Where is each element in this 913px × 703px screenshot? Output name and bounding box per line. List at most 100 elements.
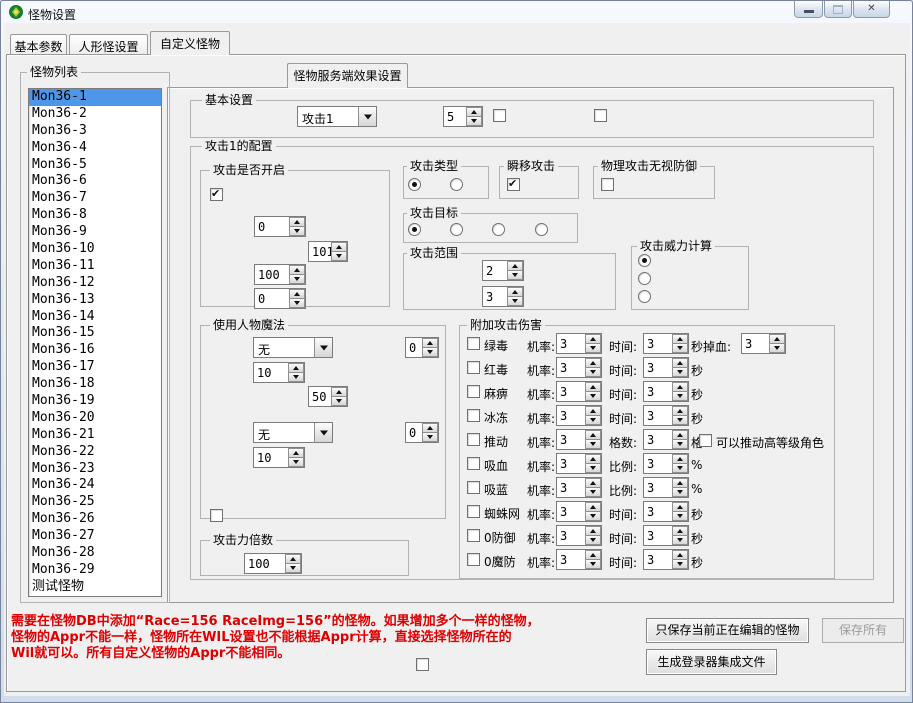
chevron-down-icon[interactable] <box>358 107 376 126</box>
chevron-down-icon[interactable] <box>314 423 332 442</box>
spin-down-icon[interactable] <box>672 488 688 497</box>
list-item[interactable]: Mon36-6 <box>29 173 161 190</box>
damage-name-label[interactable]: 吸蓝 <box>484 481 508 498</box>
spin-up-icon[interactable] <box>285 554 301 564</box>
spin-up-icon[interactable] <box>585 550 601 560</box>
spin-up-icon[interactable] <box>466 107 482 117</box>
spin-up-icon[interactable] <box>507 287 523 297</box>
use-sc-radio[interactable] <box>638 290 651 303</box>
spin-down-icon[interactable] <box>289 227 305 236</box>
spin-up-icon[interactable] <box>585 382 601 392</box>
spin-down-icon[interactable] <box>672 560 688 569</box>
spin-up-icon[interactable] <box>672 526 688 536</box>
list-item[interactable]: Mon36-3 <box>29 123 161 140</box>
damage-enable-checkbox[interactable] <box>467 529 480 542</box>
spin-down-icon[interactable] <box>672 440 688 449</box>
close-button[interactable]: ✕ <box>853 1 890 18</box>
attack-magic-select[interactable]: 无 <box>253 422 333 443</box>
target-line-radio[interactable] <box>492 223 505 236</box>
list-item[interactable]: Mon36-20 <box>29 410 161 427</box>
integrated-checkbox[interactable] <box>416 658 429 671</box>
melee-radio[interactable] <box>408 178 421 191</box>
spin-down-icon[interactable] <box>585 368 601 377</box>
spin-down-icon[interactable] <box>331 397 347 406</box>
damage-chance-spinner[interactable]: 3 <box>556 453 602 474</box>
list-item[interactable]: Mon36-13 <box>29 292 161 309</box>
spin-up-icon[interactable] <box>289 265 305 275</box>
spin-up-icon[interactable] <box>672 406 688 416</box>
damage-param-spinner[interactable]: 3 <box>643 501 689 522</box>
magic-chance-spinner[interactable]: 10 <box>253 447 305 468</box>
list-item[interactable]: Mon36-18 <box>29 376 161 393</box>
damage-enable-checkbox[interactable] <box>467 361 480 374</box>
petrify-checkbox[interactable] <box>594 109 607 122</box>
spin-down-icon[interactable] <box>672 512 688 521</box>
target-single-radio[interactable] <box>408 223 421 236</box>
tab-server-effects[interactable]: 怪物服务端效果设置 <box>287 63 408 88</box>
save-all-button[interactable]: 保存所有 <box>822 618 904 643</box>
damage-name-label[interactable]: 吸血 <box>484 457 508 474</box>
save-current-button[interactable]: 只保存当前正在编辑的怪物 <box>646 618 809 643</box>
damage-chance-spinner[interactable]: 3 <box>556 549 602 570</box>
spin-down-icon[interactable] <box>672 464 688 473</box>
damage-param-spinner[interactable]: 3 <box>643 357 689 378</box>
list-item[interactable]: 测试怪物 <box>29 579 161 596</box>
spin-up-icon[interactable] <box>507 261 523 271</box>
spin-up-icon[interactable] <box>585 478 601 488</box>
spin-up-icon[interactable] <box>672 334 688 344</box>
spin-down-icon[interactable] <box>331 252 347 261</box>
list-item[interactable]: Mon36-11 <box>29 258 161 275</box>
damage-enable-checkbox[interactable] <box>467 457 480 470</box>
defense-level-spinner[interactable]: 0 <box>405 337 439 358</box>
damage-param-spinner[interactable]: 3 <box>643 381 689 402</box>
list-item[interactable]: Mon36-8 <box>29 207 161 224</box>
chevron-down-icon[interactable] <box>314 338 332 357</box>
list-item[interactable]: Mon36-19 <box>29 393 161 410</box>
spin-down-icon[interactable] <box>507 297 523 306</box>
list-item[interactable]: Mon36-27 <box>29 528 161 545</box>
spin-up-icon[interactable] <box>672 358 688 368</box>
spin-down-icon[interactable] <box>466 117 482 126</box>
damage-name-label[interactable]: 红毒 <box>484 361 508 378</box>
spin-down-icon[interactable] <box>672 392 688 401</box>
list-item[interactable]: Mon36-5 <box>29 157 161 174</box>
damage-name-label[interactable]: 0魔防 <box>484 553 516 570</box>
spin-up-icon[interactable] <box>585 502 601 512</box>
list-item[interactable]: Mon36-4 <box>29 140 161 157</box>
use-interval-spinner[interactable]: 0 <box>254 216 306 237</box>
damage-chance-spinner[interactable]: 3 <box>556 477 602 498</box>
list-item[interactable]: Mon36-9 <box>29 224 161 241</box>
list-item[interactable]: Mon36-10 <box>29 241 161 258</box>
damage-name-label[interactable]: 0防御 <box>484 529 516 546</box>
damage-enable-checkbox[interactable] <box>467 409 480 422</box>
spin-down-icon[interactable] <box>585 392 601 401</box>
monster-listbox[interactable]: Mon36-1Mon36-2Mon36-3Mon36-4Mon36-5Mon36… <box>28 88 162 597</box>
damage-enable-checkbox[interactable] <box>467 385 480 398</box>
teleport-checkbox[interactable] <box>507 178 520 191</box>
attack-select[interactable]: 攻击1 <box>297 106 377 127</box>
damage-name-label[interactable]: 蜘蛛网 <box>484 505 520 522</box>
spin-down-icon[interactable] <box>585 344 601 353</box>
list-item[interactable]: Mon36-29 <box>29 562 161 579</box>
damage-enable-checkbox[interactable] <box>467 433 480 446</box>
list-item[interactable]: Mon36-14 <box>29 309 161 326</box>
spin-down-icon[interactable] <box>422 348 438 357</box>
damage-chance-spinner[interactable]: 3 <box>556 357 602 378</box>
damage-enable-checkbox[interactable] <box>467 481 480 494</box>
hp-percent-spinner[interactable]: 101 <box>308 241 348 262</box>
spin-down-icon[interactable] <box>585 536 601 545</box>
group-range-spinner[interactable]: 3 <box>482 286 524 307</box>
damage-extra-spinner[interactable]: 3 <box>741 333 786 354</box>
damage-enable-checkbox[interactable] <box>467 553 480 566</box>
ignore-defense-checkbox[interactable] <box>601 178 614 191</box>
spin-down-icon[interactable] <box>585 416 601 425</box>
spin-down-icon[interactable] <box>289 299 305 308</box>
spin-down-icon[interactable] <box>585 488 601 497</box>
spin-up-icon[interactable] <box>585 406 601 416</box>
spin-down-icon[interactable] <box>672 536 688 545</box>
list-item[interactable]: Mon36-21 <box>29 427 161 444</box>
spin-down-icon[interactable] <box>585 512 601 521</box>
list-item[interactable]: Mon36-22 <box>29 444 161 461</box>
spin-up-icon[interactable] <box>672 382 688 392</box>
spin-down-icon[interactable] <box>585 440 601 449</box>
